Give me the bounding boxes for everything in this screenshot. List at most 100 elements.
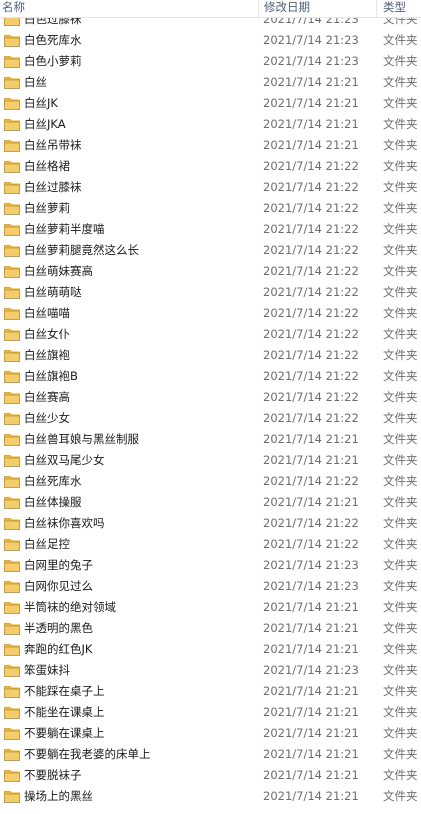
file-name: 白丝旗袍B [24, 369, 78, 383]
file-name: 白丝双马尾少女 [24, 453, 105, 467]
file-type: 文件夹 [383, 285, 418, 299]
file-name: 半透明的黑色 [24, 621, 93, 635]
list-item[interactable]: 白丝双马尾少女 2021/7/14 21:21 文件夹 [0, 450, 421, 471]
file-type: 文件夹 [383, 201, 418, 215]
list-item[interactable]: 操场上的黑丝 2021/7/14 21:21 文件夹 [0, 786, 421, 807]
file-type: 文件夹 [383, 621, 418, 635]
date-modified: 2021/7/14 21:22 [263, 369, 359, 383]
folder-icon [4, 198, 21, 219]
list-item[interactable]: 白丝 2021/7/14 21:21 文件夹 [0, 72, 421, 93]
list-item[interactable]: 白丝少女 2021/7/14 21:22 文件夹 [0, 408, 421, 429]
file-name: 白丝吊带袜 [24, 138, 82, 152]
list-item[interactable]: 白丝JKA 2021/7/14 21:21 文件夹 [0, 114, 421, 135]
list-item[interactable]: 白丝萌妹赛高 2021/7/14 21:22 文件夹 [0, 261, 421, 282]
list-item[interactable]: 白丝旗袍 2021/7/14 21:22 文件夹 [0, 345, 421, 366]
list-item[interactable]: 白丝JK 2021/7/14 21:21 文件夹 [0, 93, 421, 114]
list-item[interactable]: 白丝兽耳娘与黑丝制服 2021/7/14 21:21 文件夹 [0, 429, 421, 450]
file-name: 白丝萝莉 [24, 201, 70, 215]
file-type: 文件夹 [383, 684, 418, 698]
list-item[interactable]: 奔跑的红色JK 2021/7/14 21:21 文件夹 [0, 639, 421, 660]
list-item[interactable]: 不能踩在桌子上 2021/7/14 21:21 文件夹 [0, 681, 421, 702]
column-header-bar: 名称 修改日期 类型 [0, 0, 421, 18]
folder-icon [4, 513, 21, 534]
column-header-date-modified[interactable]: 修改日期 [258, 0, 376, 17]
file-type: 文件夹 [383, 747, 418, 761]
file-type: 文件夹 [383, 159, 418, 173]
file-name: 白丝袜你喜欢吗 [24, 516, 105, 530]
file-name: 白色小萝莉 [24, 54, 82, 68]
list-item[interactable]: 白丝萌萌哒 2021/7/14 21:22 文件夹 [0, 282, 421, 303]
file-type: 文件夹 [383, 369, 418, 383]
file-type: 文件夹 [383, 432, 418, 446]
file-type: 文件夹 [383, 96, 418, 110]
list-item[interactable]: 白丝足控 2021/7/14 21:22 文件夹 [0, 534, 421, 555]
file-name: 白网你见过么 [24, 579, 93, 593]
list-item[interactable]: 白丝袜你喜欢吗 2021/7/14 21:22 文件夹 [0, 513, 421, 534]
folder-icon [4, 702, 21, 723]
list-item[interactable]: 白丝吊带袜 2021/7/14 21:21 文件夹 [0, 135, 421, 156]
file-name: 白丝旗袍 [24, 348, 70, 362]
date-modified: 2021/7/14 21:21 [263, 432, 359, 446]
list-item[interactable]: 白丝萝莉 2021/7/14 21:22 文件夹 [0, 198, 421, 219]
file-name: 不要脱袜子 [24, 768, 82, 782]
list-item[interactable]: 白网里的兔子 2021/7/14 21:23 文件夹 [0, 555, 421, 576]
date-modified: 2021/7/14 21:21 [263, 600, 359, 614]
list-item[interactable]: 白丝女仆 2021/7/14 21:22 文件夹 [0, 324, 421, 345]
list-item[interactable]: 半筒袜的绝对领域 2021/7/14 21:21 文件夹 [0, 597, 421, 618]
file-type: 文件夹 [383, 768, 418, 782]
list-item[interactable]: 不能坐在课桌上 2021/7/14 21:21 文件夹 [0, 702, 421, 723]
folder-icon [4, 135, 21, 156]
list-item[interactable]: 白丝死库水 2021/7/14 21:22 文件夹 [0, 471, 421, 492]
list-item[interactable]: 不要躺在课桌上 2021/7/14 21:21 文件夹 [0, 723, 421, 744]
file-type: 文件夹 [383, 222, 418, 236]
file-type: 文件夹 [383, 789, 418, 803]
folder-icon [4, 30, 21, 51]
folder-icon [4, 429, 21, 450]
file-type: 文件夹 [383, 390, 418, 404]
list-item[interactable]: 不要脱袜子 2021/7/14 21:21 文件夹 [0, 765, 421, 786]
list-item[interactable]: 白丝格裙 2021/7/14 21:22 文件夹 [0, 156, 421, 177]
list-item[interactable]: 白色死库水 2021/7/14 21:23 文件夹 [0, 30, 421, 51]
column-header-type[interactable]: 类型 [376, 0, 421, 17]
folder-icon [4, 303, 21, 324]
list-item[interactable]: 白色小萝莉 2021/7/14 21:23 文件夹 [0, 51, 421, 72]
folder-icon [4, 282, 21, 303]
list-item[interactable]: 白丝喵喵 2021/7/14 21:22 文件夹 [0, 303, 421, 324]
file-name: 白色死库水 [24, 33, 82, 47]
file-name: 白丝兽耳娘与黑丝制服 [24, 432, 139, 446]
file-type: 文件夹 [383, 117, 418, 131]
folder-icon [4, 639, 21, 660]
file-type: 文件夹 [383, 75, 418, 89]
date-modified: 2021/7/14 21:21 [263, 684, 359, 698]
list-item[interactable]: 白丝过膝袜 2021/7/14 21:22 文件夹 [0, 177, 421, 198]
file-name: 白丝萝莉半度喵 [24, 222, 105, 236]
file-name: 不要躺在我老婆的床单上 [24, 747, 151, 761]
folder-icon [4, 366, 21, 387]
column-header-name[interactable]: 名称 [0, 0, 258, 17]
file-type: 文件夹 [383, 642, 418, 656]
list-item[interactable]: 半透明的黑色 2021/7/14 21:21 文件夹 [0, 618, 421, 639]
file-name: 半筒袜的绝对领域 [24, 600, 116, 614]
file-name: 白丝格裙 [24, 159, 70, 173]
list-item[interactable]: 白丝萝莉腿竟然这么长 2021/7/14 21:22 文件夹 [0, 240, 421, 261]
list-item[interactable]: 笨蛋妹抖 2021/7/14 21:23 文件夹 [0, 660, 421, 681]
list-item[interactable]: 白丝赛高 2021/7/14 21:22 文件夹 [0, 387, 421, 408]
list-item[interactable]: 白丝旗袍B 2021/7/14 21:22 文件夹 [0, 366, 421, 387]
list-item[interactable]: 白丝萝莉半度喵 2021/7/14 21:22 文件夹 [0, 219, 421, 240]
file-type: 文件夹 [383, 411, 418, 425]
file-type: 文件夹 [383, 537, 418, 551]
folder-icon [4, 93, 21, 114]
folder-icon [4, 219, 21, 240]
date-modified: 2021/7/14 21:22 [263, 180, 359, 194]
list-item[interactable]: 白网你见过么 2021/7/14 21:23 文件夹 [0, 576, 421, 597]
file-type: 文件夹 [383, 558, 418, 572]
folder-icon [4, 72, 21, 93]
file-name: 不要躺在课桌上 [24, 726, 105, 740]
file-list: 白色过膝袜 2021/7/14 21:23 文件夹 白色死库水 2021/7/14 21… [0, 9, 421, 807]
list-item[interactable]: 白丝体操服 2021/7/14 21:21 文件夹 [0, 492, 421, 513]
folder-icon [4, 618, 21, 639]
list-item[interactable]: 不要躺在我老婆的床单上 2021/7/14 21:21 文件夹 [0, 744, 421, 765]
file-name: 白丝喵喵 [24, 306, 70, 320]
file-name: 白丝过膝袜 [24, 180, 82, 194]
folder-icon [4, 240, 21, 261]
